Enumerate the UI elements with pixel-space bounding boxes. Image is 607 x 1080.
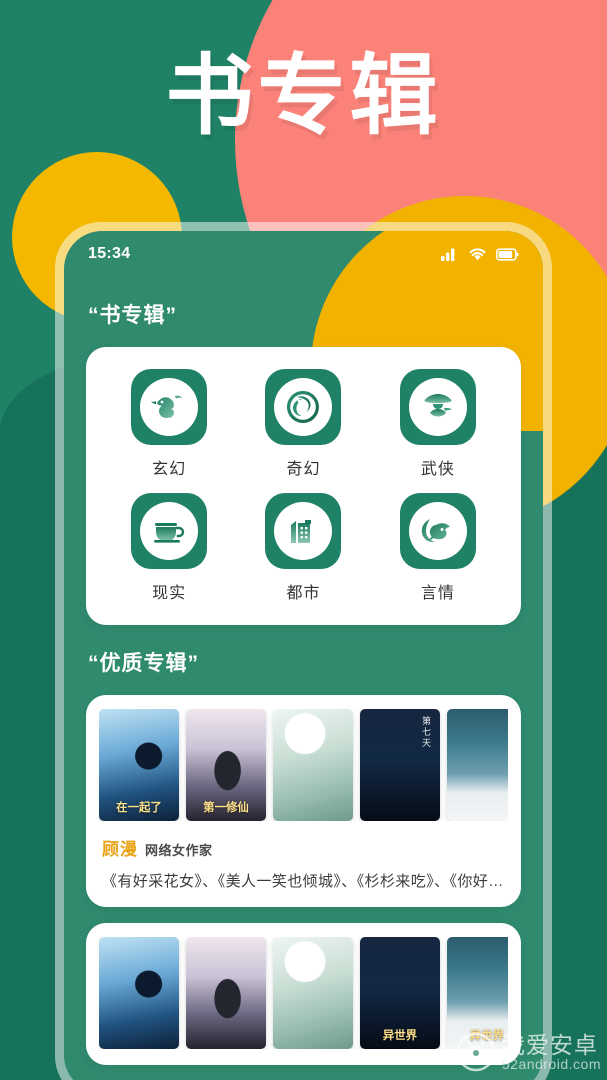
category-item-qihuan[interactable]: 奇幻 — [236, 369, 370, 479]
book-cover[interactable] — [273, 937, 353, 1049]
book-cover-caption: 情绪流 — [507, 716, 508, 749]
category-item-wuxia[interactable]: 武侠 — [371, 369, 505, 479]
category-icon-tile — [399, 369, 476, 445]
icon-disc — [408, 378, 467, 436]
book-cover-caption: 第一修仙 — [203, 800, 249, 814]
category-label: 玄幻 — [152, 461, 187, 478]
category-icon-tile — [265, 369, 342, 445]
book-cover[interactable] — [273, 709, 353, 821]
book-cover[interactable]: 在一起了 — [99, 709, 179, 821]
book-cover[interactable] — [99, 937, 179, 1049]
album-book-list: 《有好采花女》、《美人一笑也倾城》、《杉杉来吃》、《你好、旧… — [102, 873, 508, 890]
category-label: 武侠 — [420, 461, 455, 478]
status-icons — [441, 247, 519, 261]
book-cover[interactable] — [186, 937, 266, 1049]
section-title-book-albums: “书专辑” — [88, 304, 177, 327]
book-cover-caption: 异世界 — [469, 1028, 505, 1042]
koi-fish-icon — [421, 519, 450, 543]
city-buildings-icon — [291, 520, 312, 543]
book-cover[interactable]: 异世界 — [360, 937, 440, 1049]
album-cover-strip: 在一起了 第一修仙 第七天 情绪流 — [99, 709, 508, 821]
status-bar: 15:34 — [64, 231, 543, 277]
book-cover[interactable]: 第七天 — [360, 709, 440, 821]
book-cover[interactable]: 第一修仙 — [186, 709, 266, 821]
poster-stage: 书专辑 15:34 “书专辑” 玄幻 奇幻 武侠 现实 都市 言情 “优质专辑”… — [0, 0, 607, 1080]
category-grid: 玄幻 奇幻 武侠 现实 都市 言情 — [102, 369, 505, 603]
icon-disc — [140, 502, 199, 560]
category-icon-tile — [265, 493, 342, 569]
category-label: 奇幻 — [286, 461, 321, 478]
phone-screen: 15:34 “书专辑” 玄幻 奇幻 武侠 现实 都市 言情 “优质专辑” 在一起… — [64, 231, 543, 1080]
category-label: 现实 — [152, 585, 187, 602]
icon-disc — [408, 502, 467, 560]
teacup-icon — [154, 523, 185, 543]
category-item-yanqing[interactable]: 言情 — [371, 493, 505, 603]
section-title-quality-albums: “优质专辑” — [88, 652, 199, 675]
category-icon-tile — [131, 493, 208, 569]
category-item-xianshi[interactable]: 现实 — [102, 493, 236, 603]
signal-icon — [441, 248, 455, 261]
album-author-tag: 网络女作家 — [145, 843, 213, 858]
phoenix-icon — [287, 391, 320, 423]
wifi-icon — [469, 248, 486, 261]
album-cover-strip: 异世界 异世界 — [99, 937, 508, 1049]
book-cover[interactable]: 情绪流 — [447, 709, 508, 821]
battery-icon — [496, 247, 519, 261]
icon-disc — [274, 502, 333, 560]
album-author-row: 顾漫 网络女作家 — [102, 835, 508, 860]
category-item-xuanhuan[interactable]: 玄幻 — [102, 369, 236, 479]
poster-title: 书专辑 — [165, 46, 442, 145]
swordsman-hat-icon — [424, 394, 452, 417]
dragon-icon — [151, 395, 183, 418]
status-time: 15:34 — [88, 245, 131, 262]
icon-disc — [140, 378, 199, 436]
category-label: 言情 — [420, 585, 455, 602]
book-cover-caption: 在一起了 — [116, 800, 162, 814]
screen-content: “书专辑” 玄幻 奇幻 武侠 现实 都市 言情 “优质专辑” 在一起了 第一修仙… — [64, 277, 543, 1080]
album-author-name: 顾漫 — [102, 840, 138, 859]
category-label: 都市 — [286, 585, 321, 602]
category-item-dushi[interactable]: 都市 — [236, 493, 370, 603]
category-card: 玄幻 奇幻 武侠 现实 都市 言情 — [86, 347, 521, 625]
category-icon-tile — [399, 493, 476, 569]
book-cover[interactable]: 异世界 — [447, 937, 508, 1049]
category-icon-tile — [131, 369, 208, 445]
book-cover-caption: 第七天 — [421, 716, 431, 749]
icon-disc — [274, 378, 333, 436]
album-card[interactable]: 异世界 异世界 — [86, 923, 521, 1065]
album-card[interactable]: 在一起了 第一修仙 第七天 情绪流 顾漫 网络女作家 《有好采花女》、《美人一笑… — [86, 695, 521, 907]
book-cover-caption: 异世界 — [382, 1028, 418, 1042]
phone-mockup: 15:34 “书专辑” 玄幻 奇幻 武侠 现实 都市 言情 “优质专辑” 在一起… — [55, 222, 552, 1080]
